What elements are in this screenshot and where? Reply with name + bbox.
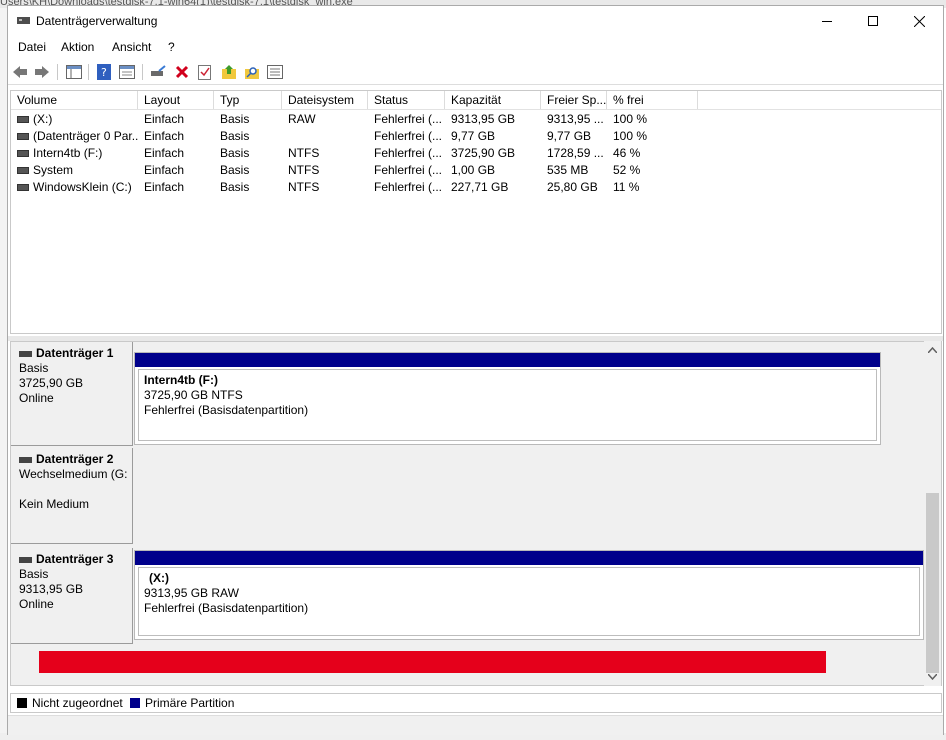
delete-button[interactable] — [173, 63, 191, 81]
column-header-freier-speicher[interactable]: Freier Sp... — [541, 91, 607, 109]
disk-3-type: Basis — [19, 567, 49, 581]
partition-status: Fehlerfrei (Basisdatenpartition) — [144, 601, 309, 615]
arrow-left-icon — [13, 66, 27, 78]
partition-name: (X:) — [149, 571, 169, 585]
legend-primary-partition: Primäre Partition — [145, 696, 235, 710]
volume-icon — [17, 184, 29, 192]
column-header-dateisystem[interactable]: Dateisystem — [282, 91, 368, 109]
svg-text:?: ? — [101, 66, 107, 79]
checklist-icon — [198, 65, 211, 80]
title-bar: Datenträgerverwaltung — [8, 6, 943, 36]
partition-name: Intern4tb (F:) — [144, 373, 218, 387]
volume-list: Volume Layout Typ Dateisystem Status Kap… — [10, 90, 942, 334]
disk-2-label[interactable]: Datenträger 2 Wechselmedium (G: Kein Med… — [11, 448, 133, 544]
column-header-typ[interactable]: Typ — [214, 91, 282, 109]
disk-3-size: 9313,95 GB — [19, 582, 84, 596]
column-header-volume[interactable]: Volume — [11, 91, 138, 109]
partition-status: Fehlerfrei (Basisdatenpartition) — [144, 403, 309, 417]
volume-icon — [17, 167, 29, 175]
disk-1-label[interactable]: Datenträger 1 Basis 3725,90 GB Online — [11, 342, 133, 446]
list-view-button[interactable] — [266, 63, 284, 81]
volume-icon — [17, 133, 29, 141]
disk-2-type: Wechselmedium (G: — [19, 467, 128, 481]
partition-intern4tb[interactable]: Intern4tb (F:) 3725,90 GB NTFS Fehlerfre… — [134, 352, 881, 445]
drive-connect-icon — [151, 65, 166, 76]
maximize-button[interactable] — [850, 6, 896, 36]
disk-1-name: Datenträger 1 — [36, 346, 114, 360]
disk-icon — [19, 350, 32, 357]
console-tree-button[interactable] — [65, 63, 83, 81]
volume-icon — [17, 116, 29, 124]
maximize-icon — [868, 16, 878, 26]
forward-button[interactable] — [33, 63, 51, 81]
primary-partition-swatch — [130, 698, 140, 708]
disk-1-state: Online — [19, 391, 54, 405]
legend-unallocated: Nicht zugeordnet — [32, 696, 123, 710]
disk-1-size: 3725,90 GB — [19, 376, 84, 390]
close-icon — [913, 15, 925, 27]
disk-map-scrollbar[interactable] — [924, 341, 941, 686]
properties-icon — [119, 65, 135, 79]
folder-search-icon — [245, 67, 259, 79]
close-button[interactable] — [896, 6, 942, 36]
disk-3-name: Datenträger 3 — [36, 552, 114, 566]
partition-detail: 9313,95 GB RAW — [144, 586, 239, 600]
column-header-status[interactable]: Status — [368, 91, 445, 109]
menu-ansicht[interactable]: Ansicht — [112, 40, 151, 54]
table-row[interactable]: (X:) Einfach Basis RAW Fehlerfrei (... 9… — [11, 111, 941, 128]
table-row[interactable]: (Datenträger 0 Par... Einfach Basis Fehl… — [11, 128, 941, 145]
help-icon: ? — [97, 64, 111, 80]
disk-3-label[interactable]: Datenträger 3 Basis 9313,95 GB Online — [11, 548, 133, 644]
delete-x-icon — [175, 65, 189, 79]
table-row[interactable]: Intern4tb (F:) Einfach Basis NTFS Fehler… — [11, 145, 941, 162]
scroll-down-icon[interactable] — [928, 674, 937, 680]
help-button[interactable]: ? — [95, 63, 113, 81]
console-tree-icon — [66, 65, 82, 79]
redaction-bar — [39, 651, 826, 673]
disk-2-name: Datenträger 2 — [36, 452, 114, 466]
table-row[interactable]: WindowsKlein (C:) Einfach Basis NTFS Feh… — [11, 179, 941, 196]
column-header-layout[interactable]: Layout — [138, 91, 214, 109]
disk-map: Datenträger 1 Basis 3725,90 GB Online In… — [10, 341, 942, 686]
menu-aktion[interactable]: Aktion — [61, 40, 94, 54]
disk-2-state: Kein Medium — [19, 497, 90, 511]
volume-icon — [17, 150, 29, 158]
minimize-icon — [822, 21, 832, 22]
connect-drive-button[interactable] — [149, 63, 167, 81]
table-row[interactable]: System Einfach Basis NTFS Fehlerfrei (..… — [11, 162, 941, 179]
disk-3-state: Online — [19, 597, 54, 611]
legend: Nicht zugeordnet Primäre Partition — [10, 693, 942, 713]
window-title: Datenträgerverwaltung — [36, 14, 158, 28]
toolbar: ? — [8, 60, 943, 85]
back-button[interactable] — [11, 63, 29, 81]
partition-x[interactable]: (X:) 9313,95 GB RAW Fehlerfrei (Basisdat… — [134, 550, 924, 640]
volume-list-header: Volume Layout Typ Dateisystem Status Kap… — [11, 91, 941, 110]
partition-detail: 3725,90 GB NTFS — [144, 388, 243, 402]
check-button[interactable] — [196, 63, 214, 81]
list-view-icon — [267, 65, 283, 79]
scroll-up-icon[interactable] — [928, 347, 937, 353]
disk-icon — [19, 556, 32, 563]
column-header-prozent-frei[interactable]: % frei — [607, 91, 698, 109]
disk-management-app-icon — [17, 17, 30, 24]
menu-bar: Datei Aktion Ansicht ? — [8, 38, 943, 58]
folder-up-button[interactable] — [220, 63, 238, 81]
disk-1-type: Basis — [19, 361, 49, 375]
properties-button[interactable] — [118, 63, 136, 81]
column-header-kapazitaet[interactable]: Kapazität — [445, 91, 541, 109]
menu-hilfe[interactable]: ? — [168, 40, 175, 54]
primary-partition-bar — [135, 353, 880, 367]
minimize-button[interactable] — [804, 6, 850, 36]
menu-datei[interactable]: Datei — [18, 40, 46, 54]
disk-management-window: Datenträgerverwaltung Datei Aktion Ansic… — [7, 5, 944, 735]
disk-icon — [19, 456, 32, 463]
arrow-right-icon — [35, 66, 49, 78]
search-folder-button[interactable] — [243, 63, 261, 81]
scrollbar-thumb[interactable] — [926, 493, 939, 673]
primary-partition-bar — [135, 551, 923, 565]
folder-up-icon — [222, 65, 236, 79]
unallocated-swatch — [17, 698, 27, 708]
status-bar — [8, 715, 943, 735]
